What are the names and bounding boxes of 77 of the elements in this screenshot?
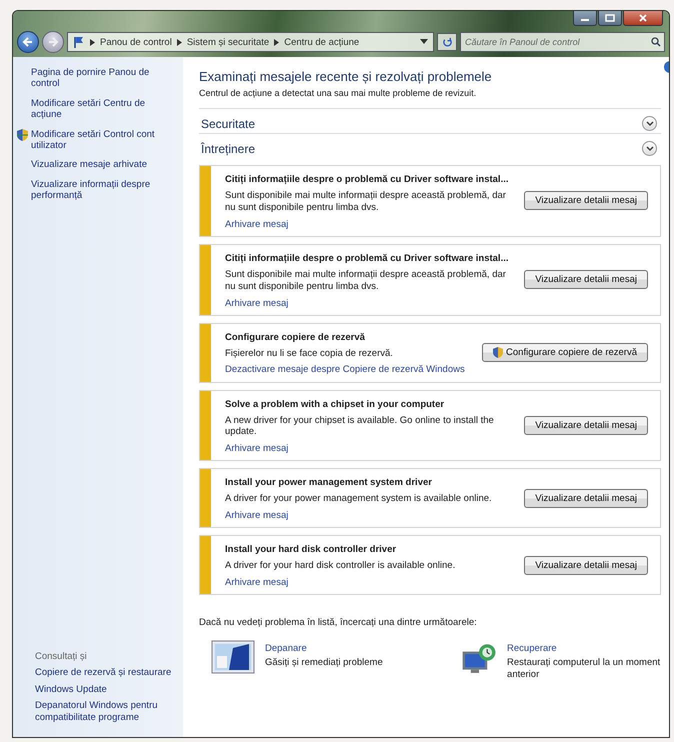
section-title[interactable]: Întreținere <box>201 142 256 156</box>
see-also-heading: Consultați și <box>35 651 88 662</box>
warning-stripe <box>200 166 211 236</box>
message-link[interactable]: Arhivare mesaj <box>225 443 514 454</box>
search-icon <box>651 37 661 47</box>
sidebar-link[interactable]: Pagina de pornire Panou de control <box>31 67 175 90</box>
warning-stripe <box>200 390 211 460</box>
address-bar[interactable]: Panou de control Sistem și securitate Centru de acțiune <box>67 32 434 52</box>
message-title: Install your hard disk controller driver <box>225 544 398 556</box>
chevron-down-icon <box>646 120 654 126</box>
message-text: A new driver for your chipset is available. Go online to install the update. <box>225 414 495 438</box>
maximize-icon <box>605 14 615 22</box>
see-also-link[interactable]: Windows Update <box>35 684 175 696</box>
message-title: Citiți informațiile despre o problemă cu Driver software instal... <box>225 174 510 185</box>
page-subtitle: Centrul de acțiune a detectat una sau mai multe probleme de revizuit. <box>199 88 478 98</box>
close-button[interactable] <box>623 11 663 26</box>
message-text: A driver for your hard disk controller is available online. <box>225 560 456 572</box>
message-button[interactable]: Configurare copiere de rezervă <box>482 343 648 362</box>
back-arrow-icon <box>22 36 34 48</box>
see-also-link[interactable]: Depanatorul Windows pentru compatibilitate programe <box>35 700 175 723</box>
troubleshoot-icon <box>211 640 255 674</box>
chevron-icon <box>274 38 280 46</box>
page-title: Examinați mesajele recente și rezolvați problemele <box>199 69 493 84</box>
warning-stripe <box>200 536 211 594</box>
see-also-link[interactable]: Copiere de rezervă și restaurare <box>35 667 175 679</box>
sidebar-link[interactable]: Modificare setări Control cont utilizator <box>31 128 175 152</box>
sidebar-link[interactable]: Vizualizare mesaje arhivate <box>31 159 147 171</box>
refresh-icon <box>442 36 452 48</box>
expand-button[interactable] <box>642 141 657 156</box>
message-text: Sunt disponibile mai multe informații despre această problemă, dar nu sunt disponibile pentru limba dvs. <box>225 190 507 214</box>
breadcrumb[interactable]: Centru de acțiune <box>284 36 360 48</box>
message-title: Install your power management system driver <box>225 477 433 488</box>
message-link[interactable]: Arhivare mesaj <box>225 577 514 588</box>
maximize-button[interactable] <box>598 11 622 26</box>
message-link[interactable]: Arhivare mesaj <box>225 510 514 522</box>
forward-button[interactable] <box>42 31 64 53</box>
warning-stripe <box>200 324 211 382</box>
tool-link[interactable]: Depanare <box>265 643 383 654</box>
message-link[interactable]: Arhivare mesaj <box>225 298 514 308</box>
chevron-down-icon <box>646 146 654 152</box>
expand-button[interactable] <box>642 116 657 131</box>
tool-link[interactable]: Recuperare <box>507 643 661 654</box>
message-text: A driver for your power management system is available online. <box>225 493 493 506</box>
message-link[interactable]: Dezactivare mesaje despre Copiere de rezervă Windows <box>225 364 472 376</box>
message-button[interactable]: Vizualizare detalii mesaj <box>524 191 648 210</box>
hint-text: Dacă nu vedeți problema în listă, încercați una dintre următoarele: <box>199 617 478 628</box>
forward-arrow-icon <box>47 36 59 48</box>
warning-stripe <box>200 469 211 528</box>
message-title: Configurare copiere de rezervă <box>225 332 366 343</box>
chevron-icon <box>90 38 95 46</box>
close-icon <box>638 14 648 22</box>
sidebar-link[interactable]: Modificare setări Centru de acțiune <box>31 98 175 121</box>
breadcrumb[interactable]: Panou de control <box>100 36 172 48</box>
dropdown-icon <box>420 39 428 45</box>
refresh-button[interactable] <box>437 33 457 51</box>
message-text: Sunt disponibile mai multe informații despre această problemă, dar nu sunt disponibile pentru limba dvs. <box>225 268 507 292</box>
sidebar-link[interactable]: Vizualizare informații despre performanță <box>31 178 175 202</box>
shield-icon <box>17 128 28 141</box>
message-text: Fișierelor nu li se face copia de rezervă. <box>225 348 394 360</box>
message-button[interactable]: Vizualizare detalii mesaj <box>524 488 648 508</box>
message-button[interactable]: Vizualizare detalii mesaj <box>524 556 648 575</box>
tool-description: Găsiți și remediați probleme <box>265 657 383 670</box>
message-title: Citiți informațiile despre o problemă cu Driver software instal... <box>225 252 510 264</box>
message-title: Solve a problem with a chipset in your computer <box>225 398 446 410</box>
section-title[interactable]: Securitate <box>201 116 256 130</box>
back-button[interactable] <box>17 31 39 53</box>
message-link[interactable]: Arhivare mesaj <box>225 218 514 230</box>
chevron-icon <box>176 38 182 46</box>
message-button[interactable]: Vizualizare detalii mesaj <box>524 270 648 290</box>
warning-stripe <box>200 244 211 314</box>
message-button[interactable]: Vizualizare detalii mesaj <box>524 416 648 435</box>
minimize-button[interactable] <box>573 11 597 26</box>
search-field[interactable]: Căutare în Panoul de control <box>460 32 665 52</box>
breadcrumb[interactable]: Sistem și securitate <box>186 36 270 48</box>
shield-icon <box>493 347 504 358</box>
flag-icon <box>73 36 85 48</box>
tool-description: Restaurați computerul la un moment anterior <box>507 657 661 681</box>
